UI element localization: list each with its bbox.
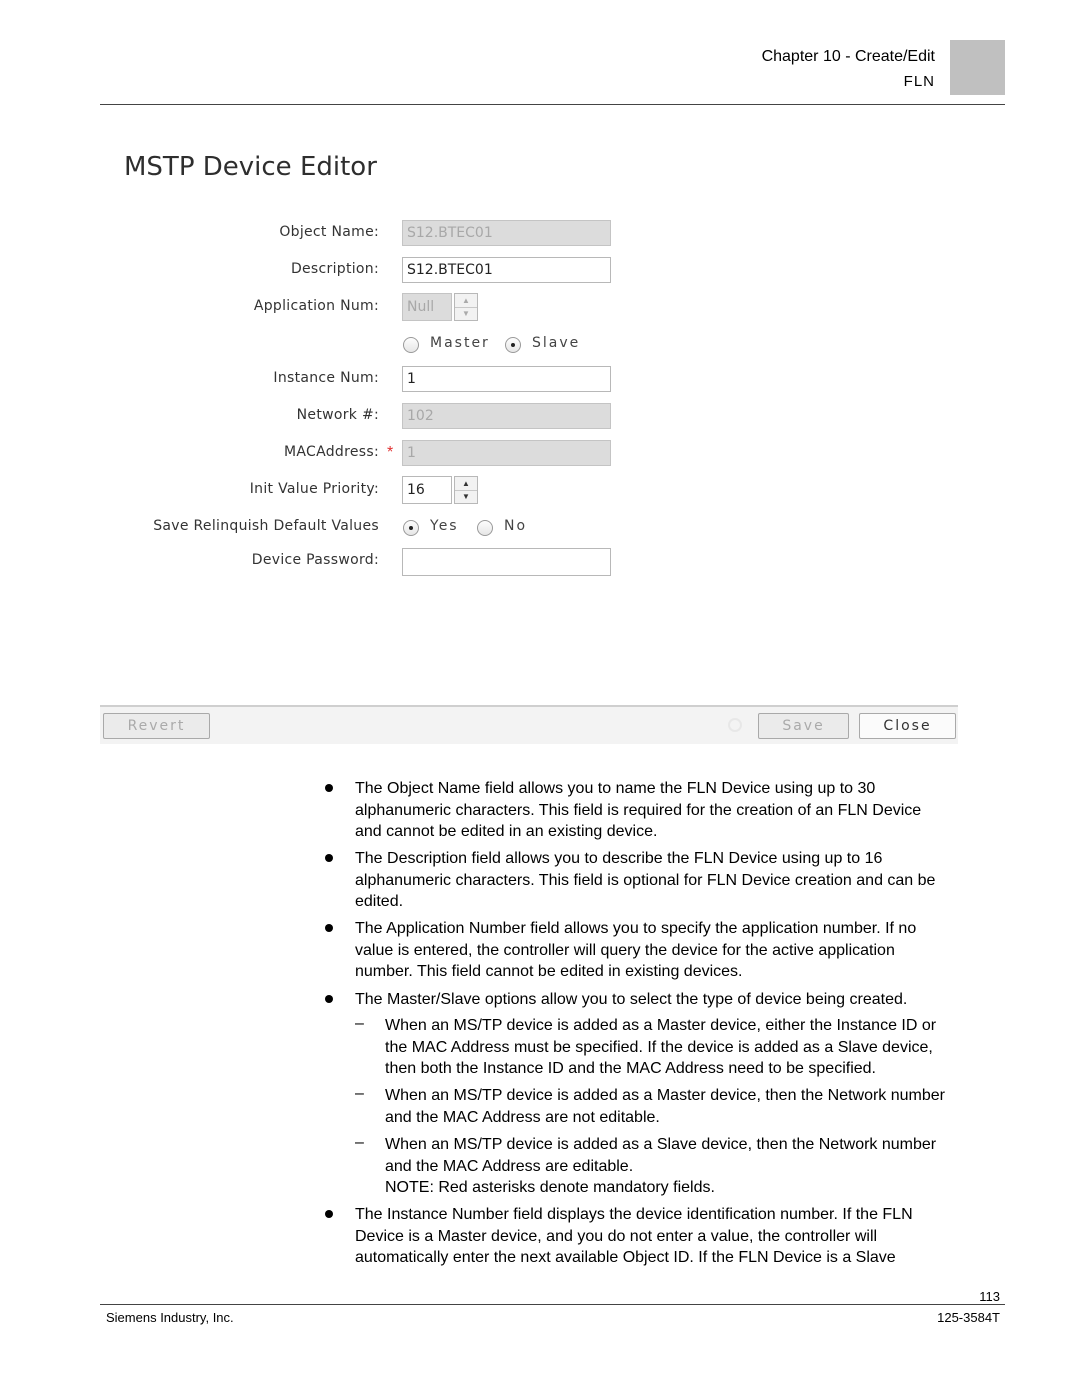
bullet-icon xyxy=(325,995,333,1003)
init-value-priority-arrows: ▲ ▼ xyxy=(454,476,478,504)
mac-address-label: MACAddress: xyxy=(284,444,379,460)
init-value-priority-label: Init Value Priority: xyxy=(249,481,379,497)
required-asterisk-icon: * xyxy=(387,444,394,461)
network-num-input[interactable]: 102 xyxy=(402,403,611,429)
bullet-description: The Description field allows you to desc… xyxy=(355,850,936,910)
term: Instance Number xyxy=(387,1206,509,1223)
bullet-icon xyxy=(325,924,333,932)
term: Description xyxy=(387,850,468,867)
instance-num-label: Instance Num: xyxy=(273,370,379,386)
dash-icon: – xyxy=(355,1134,364,1151)
section-title: FLN xyxy=(903,73,935,90)
bullet-object-name: The Object Name field allows you to name… xyxy=(355,780,922,840)
spin-down-icon[interactable]: ▼ xyxy=(455,307,477,320)
dash-icon: – xyxy=(355,1085,364,1102)
footer-divider xyxy=(100,1304,1005,1305)
description-input[interactable]: S12.BTEC01 xyxy=(402,257,611,283)
description-label: Description: xyxy=(290,261,379,277)
chapter-tab-marker xyxy=(950,40,1005,95)
busy-indicator-icon xyxy=(728,718,742,732)
instance-num-input[interactable]: 1 xyxy=(402,366,611,392)
revert-button[interactable]: Revert xyxy=(103,713,210,739)
application-num-label: Application Num: xyxy=(253,298,379,314)
spin-up-icon[interactable]: ▲ xyxy=(455,477,477,491)
init-value-priority-spinner[interactable]: 16 ▲ ▼ xyxy=(402,476,480,504)
page-number: 113 xyxy=(979,1289,1000,1304)
init-value-priority-value[interactable]: 16 xyxy=(402,476,452,504)
bullet-master-slave: The Master/Slave options allow you to se… xyxy=(355,991,908,1008)
device-password-input[interactable] xyxy=(402,548,611,576)
chapter-title: Chapter 10 - Create/Edit xyxy=(761,48,935,65)
company-name: Siemens Industry, Inc. xyxy=(106,1310,234,1325)
term: Application Number xyxy=(386,920,526,937)
slave-radio[interactable] xyxy=(505,337,521,353)
application-num-spinner[interactable]: Null ▲ ▼ xyxy=(402,293,480,321)
editor-title: MSTP Device Editor xyxy=(124,152,377,182)
slave-radio-label: Slave xyxy=(532,335,581,351)
bullet-icon xyxy=(325,854,333,862)
bullet-icon xyxy=(325,1210,333,1218)
subitem-master-not-editable: When an MS/TP device is added as a Maste… xyxy=(385,1087,945,1126)
spin-down-icon[interactable]: ▼ xyxy=(455,490,477,503)
subitem-master-slave-ids: When an MS/TP device is added as a Maste… xyxy=(385,1017,937,1077)
object-name-input[interactable]: S12.BTEC01 xyxy=(402,220,611,246)
relinquish-no-radio[interactable] xyxy=(477,520,493,536)
relinquish-yes-label: Yes xyxy=(430,518,459,534)
application-num-value[interactable]: Null xyxy=(402,293,452,321)
bullet-instance-number: The Instance Number field displays the d… xyxy=(355,1206,913,1266)
application-num-arrows: ▲ ▼ xyxy=(454,293,478,321)
close-button[interactable]: Close xyxy=(859,713,956,739)
master-radio[interactable] xyxy=(403,337,419,353)
bullet-icon xyxy=(325,784,333,792)
device-password-label: Device Password: xyxy=(251,552,379,568)
note-label: NOTE: xyxy=(385,1179,434,1196)
subitem-slave-editable: When an MS/TP device is added as a Slave… xyxy=(385,1136,937,1196)
term: Object Name xyxy=(387,780,481,797)
save-button[interactable]: Save xyxy=(758,713,849,739)
header-divider xyxy=(100,104,1005,105)
master-radio-label: Master xyxy=(430,335,490,351)
note-text: Red asterisks denote mandatory fields. xyxy=(433,1179,715,1196)
spin-up-icon[interactable]: ▲ xyxy=(455,294,477,308)
term: Master/Slave xyxy=(387,991,481,1008)
relinquish-no-label: No xyxy=(504,518,528,534)
save-relinquish-label: Save Relinquish Default Values xyxy=(153,518,379,534)
object-name-label: Object Name: xyxy=(279,224,379,240)
mac-address-input[interactable]: 1 xyxy=(402,440,611,466)
relinquish-yes-radio[interactable] xyxy=(403,520,419,536)
dash-icon: – xyxy=(355,1015,364,1032)
bullet-application-number: The Application Number field allows you … xyxy=(355,920,917,980)
document-number: 125-3584T xyxy=(937,1310,1000,1325)
network-num-label: Network #: xyxy=(296,407,379,423)
